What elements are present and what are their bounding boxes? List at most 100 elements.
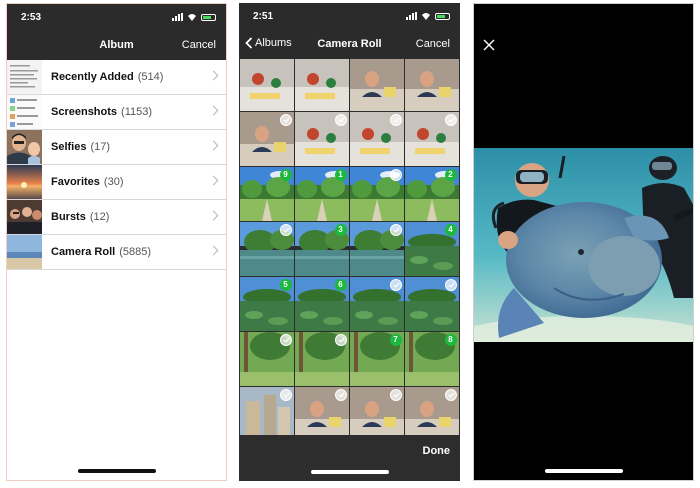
- photo-thumbnail[interactable]: [240, 112, 294, 166]
- album-count: (17): [90, 141, 111, 153]
- close-button[interactable]: [482, 38, 496, 52]
- select-circle-icon[interactable]: [279, 114, 292, 126]
- photo-thumbnail[interactable]: [295, 332, 349, 386]
- album-label: Recently Added (514): [51, 71, 163, 83]
- selection-number-badge[interactable]: 5: [279, 279, 292, 291]
- select-circle-icon[interactable]: [389, 169, 402, 181]
- photo-thumbnail[interactable]: [405, 277, 459, 331]
- album-row[interactable]: Bursts (12): [7, 200, 226, 235]
- status-time: 2:53: [21, 12, 42, 23]
- selection-number-badge[interactable]: 1: [334, 169, 347, 181]
- chevron-right-icon: [208, 175, 219, 186]
- signal-icon: [172, 13, 183, 21]
- status-bar: 2:53: [7, 4, 226, 30]
- album-row[interactable]: Recently Added (514): [7, 60, 226, 95]
- status-bar: 2:51: [239, 3, 460, 29]
- photo-thumbnail[interactable]: 5: [240, 277, 294, 331]
- photo-thumbnail[interactable]: 3: [295, 222, 349, 276]
- select-circle-icon[interactable]: [389, 114, 402, 126]
- wifi-icon: [422, 13, 430, 20]
- bottom-toolbar: Done: [239, 435, 460, 481]
- chevron-right-icon: [208, 70, 219, 81]
- photo-thumbnail[interactable]: [295, 112, 349, 166]
- selection-number-badge[interactable]: 6: [334, 279, 347, 291]
- album-thumbnail: [7, 95, 42, 129]
- select-circle-icon[interactable]: [389, 389, 402, 401]
- album-row[interactable]: Selfies (17): [7, 130, 226, 165]
- photo-thumbnail[interactable]: 4: [405, 222, 459, 276]
- cancel-button[interactable]: Cancel: [416, 38, 450, 50]
- chevron-right-icon: [208, 210, 219, 221]
- photo-thumbnail[interactable]: [295, 387, 349, 441]
- select-circle-icon[interactable]: [444, 114, 457, 126]
- select-circle-icon[interactable]: [334, 334, 347, 346]
- selection-number-badge[interactable]: 8: [444, 334, 457, 346]
- photo-thumbnail[interactable]: 2: [405, 167, 459, 221]
- album-name: Selfies: [51, 141, 87, 153]
- home-indicator: [310, 470, 389, 474]
- album-row[interactable]: Camera Roll (5885): [7, 235, 226, 270]
- selection-number-badge[interactable]: 3: [334, 224, 347, 236]
- album-label: Camera Roll (5885): [51, 246, 151, 258]
- selection-number-badge[interactable]: 9: [279, 169, 292, 181]
- photo-thumbnail[interactable]: [350, 167, 404, 221]
- selection-number-badge[interactable]: 7: [389, 334, 402, 346]
- select-circle-icon[interactable]: [389, 224, 402, 236]
- chevron-right-icon: [208, 140, 219, 151]
- photo-thumbnail[interactable]: 8: [405, 332, 459, 386]
- photo-thumbnail[interactable]: [240, 57, 294, 111]
- diver-fish-photo: [474, 148, 693, 342]
- album-row[interactable]: Favorites (30): [7, 165, 226, 200]
- photo-image: [405, 57, 459, 111]
- photo-thumbnail[interactable]: [350, 57, 404, 111]
- photo-thumbnail[interactable]: 9: [240, 167, 294, 221]
- photo-image: [240, 57, 294, 111]
- album-thumbnail: [7, 235, 42, 269]
- album-label: Selfies (17): [51, 141, 110, 153]
- photo-thumbnail[interactable]: [405, 387, 459, 441]
- album-thumbnail: [7, 200, 42, 234]
- album-name: Screenshots: [51, 106, 118, 118]
- photo-thumbnail[interactable]: [295, 57, 349, 111]
- album-count: (514): [137, 71, 164, 83]
- photo-thumbnail[interactable]: 6: [295, 277, 349, 331]
- photo-thumbnail[interactable]: [405, 112, 459, 166]
- select-circle-icon[interactable]: [334, 114, 347, 126]
- status-icons: [172, 13, 216, 21]
- select-circle-icon[interactable]: [279, 334, 292, 346]
- album-count: (12): [89, 211, 110, 223]
- album-picker-screen: 2:53 Album Cancel Recently Added (514) Scr…: [6, 3, 227, 481]
- nav-bar: Albums Camera Roll Cancel: [239, 29, 460, 59]
- select-circle-icon[interactable]: [389, 279, 402, 291]
- photo-thumbnail[interactable]: [240, 387, 294, 441]
- select-circle-icon[interactable]: [444, 279, 457, 291]
- album-row[interactable]: Screenshots (1153): [7, 95, 226, 130]
- album-thumbnail: [7, 165, 42, 199]
- home-indicator: [544, 469, 623, 473]
- photo-thumbnail[interactable]: [350, 222, 404, 276]
- done-button[interactable]: Done: [423, 445, 451, 457]
- photo-thumbnail[interactable]: [405, 57, 459, 111]
- photo-thumbnail[interactable]: [240, 332, 294, 386]
- album-name: Recently Added: [51, 71, 134, 83]
- photo-thumbnail[interactable]: [350, 387, 404, 441]
- album-count: (30): [103, 176, 124, 188]
- album-name: Camera Roll: [51, 246, 116, 258]
- chevron-right-icon: [208, 105, 219, 116]
- select-circle-icon[interactable]: [334, 389, 347, 401]
- select-circle-icon[interactable]: [444, 389, 457, 401]
- selection-number-badge[interactable]: 4: [444, 224, 457, 236]
- album-thumbnail: [7, 60, 42, 94]
- select-circle-icon[interactable]: [279, 224, 292, 236]
- photo-thumbnail[interactable]: 1: [295, 167, 349, 221]
- cancel-button[interactable]: Cancel: [182, 39, 216, 51]
- photo-thumbnail[interactable]: [350, 112, 404, 166]
- photo-thumbnail[interactable]: [240, 222, 294, 276]
- battery-icon: [201, 13, 216, 21]
- photo-thumbnail[interactable]: [350, 277, 404, 331]
- selection-number-badge[interactable]: 2: [444, 169, 457, 181]
- wifi-icon: [188, 14, 196, 21]
- select-circle-icon[interactable]: [279, 389, 292, 401]
- photo-thumbnail[interactable]: 7: [350, 332, 404, 386]
- preview-photo: [474, 148, 693, 342]
